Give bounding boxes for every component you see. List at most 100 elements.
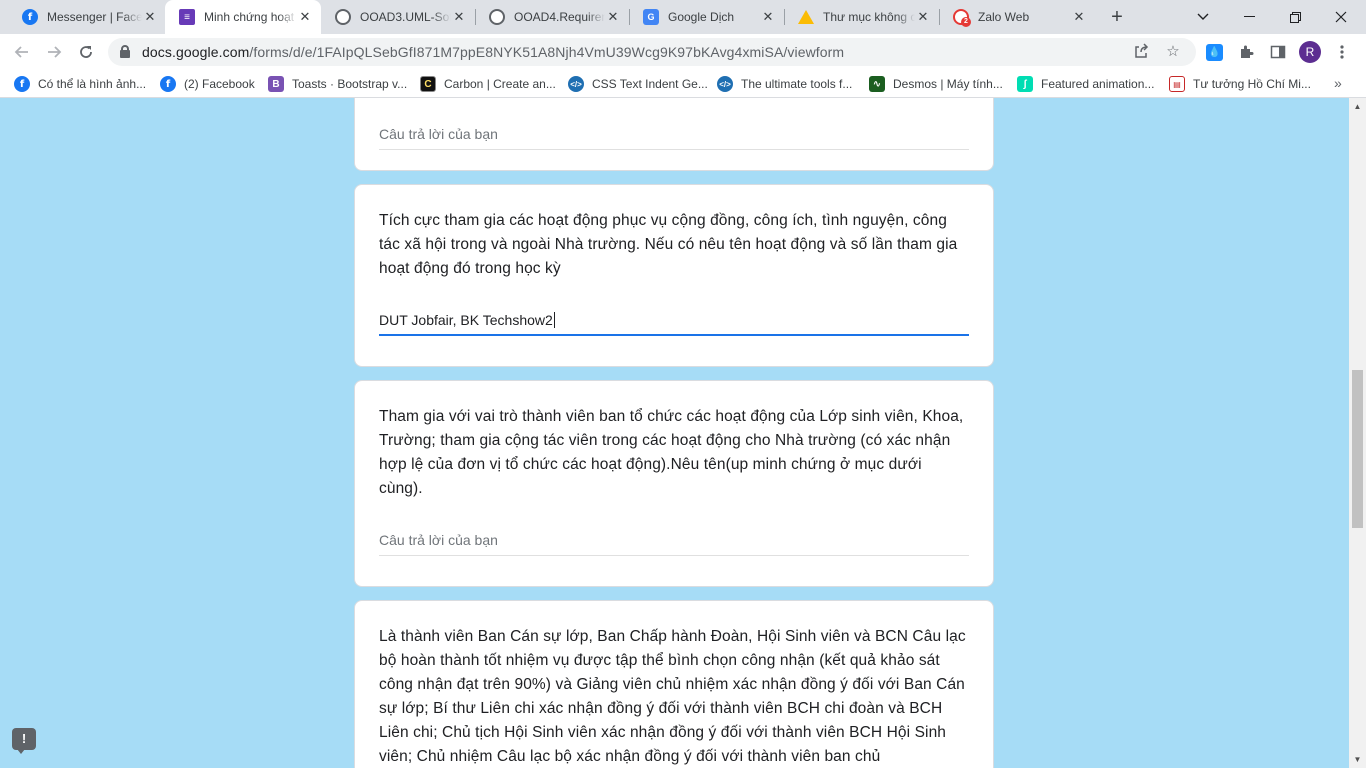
bookmark-label: Carbon | Create an... [444, 77, 556, 91]
question-title: Là thành viên Ban Cán sự lớp, Ban Chấp h… [379, 628, 966, 765]
tab-title: OOAD3.UML-Software [360, 10, 451, 24]
profile-avatar[interactable]: R [1299, 41, 1321, 63]
bookmark-label: CSS Text Indent Ge... [592, 77, 708, 91]
answer-value: DUT Jobfair, BK Techshow2 [379, 312, 553, 328]
close-icon[interactable]: ✕ [760, 9, 776, 25]
chevron-down-icon [1197, 13, 1209, 20]
bookmark-item[interactable]: B Toasts · Bootstrap v... [268, 75, 407, 93]
globe-icon [335, 9, 351, 25]
bookmark-item[interactable]: </> The ultimate tools f... [717, 75, 852, 93]
bookmark-label: Có thể là hình ảnh... [38, 77, 147, 91]
more-bookmarks-icon[interactable]: » [1334, 75, 1342, 91]
bookmark-item[interactable]: </> CSS Text Indent Ge... [568, 75, 708, 93]
minimize-button[interactable] [1226, 0, 1272, 34]
tab-ooad3[interactable]: OOAD3.UML-Software ✕ [321, 0, 475, 34]
tab-title: Zalo Web [978, 10, 1030, 24]
question-card: Là thành viên Ban Cán sự lớp, Ban Chấp h… [354, 600, 994, 768]
extensions-puzzle-icon[interactable] [1236, 42, 1256, 62]
code-icon: </> [717, 76, 733, 92]
minimize-icon [1243, 16, 1255, 17]
url-path: /forms/d/e/1FAIpQLSebGfI871M7ppE8NYK51A8… [249, 44, 845, 60]
restore-button[interactable] [1272, 0, 1318, 34]
lottie-icon: ʃ [1017, 76, 1033, 92]
bootstrap-icon: B [268, 76, 284, 92]
question-title: Tích cực tham gia các hoạt động phục vụ … [379, 212, 958, 277]
book-icon: ▤ [1169, 76, 1185, 92]
bookmark-label: The ultimate tools f... [741, 77, 853, 91]
close-icon[interactable]: ✕ [915, 9, 931, 25]
carbon-icon: C [420, 76, 436, 92]
back-button[interactable] [8, 38, 36, 66]
tab-title: Messenger | Facebook [47, 10, 142, 24]
lock-icon[interactable] [120, 45, 130, 58]
tab-google-drive[interactable]: Thư mục không có tiêu đề ✕ [784, 0, 939, 34]
reload-icon [80, 46, 92, 58]
reload-button[interactable] [72, 38, 100, 66]
arrow-left-icon [14, 46, 28, 58]
share-icon[interactable] [1132, 43, 1150, 61]
tab-title: OOAD4.Requirements [514, 10, 605, 24]
question-card: Câu trả lời của bạn [354, 98, 994, 171]
bookmark-item[interactable]: ∿ Desmos | Máy tính... [869, 75, 1003, 93]
new-tab-button[interactable]: + [1106, 6, 1128, 28]
report-issue-button[interactable]: ! [12, 728, 36, 754]
tab-forms[interactable]: ≡ Minh chứng hoạt động ✕ [165, 0, 321, 34]
bookmark-label: Featured animation... [1041, 77, 1155, 91]
close-icon[interactable]: ✕ [605, 9, 621, 25]
extension-drop-icon[interactable]: 💧 [1206, 44, 1223, 61]
bookmark-label: Tư tưởng Hồ Chí Mi... [1193, 77, 1311, 91]
address-bar[interactable]: docs.google.com/forms/d/e/1FAIpQLSebGfI8… [108, 38, 1196, 66]
bookmark-item[interactable]: C Carbon | Create an... [420, 75, 556, 93]
answer-input[interactable]: Câu trả lời của bạn [379, 120, 969, 150]
tab-google-translate[interactable]: G Google Dịch ✕ [629, 0, 784, 34]
close-icon[interactable]: ✕ [142, 9, 158, 25]
scroll-down-arrow[interactable]: ▼ [1349, 751, 1366, 768]
answer-input[interactable]: Câu trả lời của bạn [379, 526, 969, 556]
tab-title: Minh chứng hoạt động [204, 10, 297, 24]
scroll-up-arrow[interactable]: ▲ [1349, 98, 1366, 115]
bookmark-item[interactable]: f Có thể là hình ảnh... [14, 75, 146, 93]
question-card: Tích cực tham gia các hoạt động phục vụ … [354, 184, 994, 367]
question-title: Tham gia với vai trò thành viên ban tổ c… [379, 408, 964, 497]
facebook-icon: f [160, 76, 176, 92]
tab-ooad4[interactable]: OOAD4.Requirements ✕ [475, 0, 629, 34]
more-menu-icon[interactable] [1332, 42, 1352, 62]
close-icon[interactable]: ✕ [1071, 9, 1087, 25]
bookmark-label: Desmos | Máy tính... [893, 77, 1003, 91]
close-icon[interactable]: ✕ [297, 9, 313, 25]
tab-title: Thư mục không có tiêu đề [823, 10, 915, 24]
globe-icon [489, 9, 505, 25]
google-forms-icon: ≡ [179, 9, 195, 25]
text-caret [553, 312, 555, 328]
facebook-icon: f [14, 76, 30, 92]
forward-button[interactable] [40, 38, 68, 66]
tab-zalo[interactable]: 2 Zalo Web ✕ [939, 0, 1095, 34]
tab-title: Google Dịch [668, 10, 735, 24]
url-host: docs.google.com [142, 44, 250, 60]
tab-strip: f Messenger | Facebook ✕ ≡ Minh chứng ho… [0, 0, 1366, 34]
url-text[interactable]: docs.google.com/forms/d/e/1FAIpQLSebGfI8… [142, 44, 844, 60]
scroll-thumb[interactable] [1352, 370, 1363, 528]
form-page: Câu trả lời của bạn Tích cực tham gia cá… [0, 98, 1366, 768]
bookmark-label: (2) Facebook [184, 77, 255, 91]
close-icon [1335, 11, 1347, 23]
tab-messenger[interactable]: f Messenger | Facebook ✕ [8, 0, 166, 34]
bookmark-item[interactable]: ▤ Tư tưởng Hồ Chí Mi... [1169, 75, 1311, 93]
google-translate-icon: G [643, 9, 659, 25]
answer-input[interactable]: DUT Jobfair, BK Techshow2 [379, 306, 969, 336]
side-panel-icon[interactable] [1268, 42, 1288, 62]
arrow-right-icon [48, 46, 62, 58]
close-window-button[interactable] [1318, 0, 1364, 34]
google-drive-icon [798, 10, 814, 24]
bookmark-item[interactable]: f (2) Facebook [160, 75, 255, 93]
page-scrollbar[interactable]: ▲ ▼ [1349, 98, 1366, 768]
close-icon[interactable]: ✕ [451, 9, 467, 25]
question-card: Tham gia với vai trò thành viên ban tổ c… [354, 380, 994, 587]
tab-search-button[interactable] [1180, 0, 1226, 34]
bookmark-label: Toasts · Bootstrap v... [292, 77, 408, 91]
facebook-icon: f [22, 9, 38, 25]
bookmark-star-icon[interactable]: ☆ [1164, 43, 1182, 61]
zalo-icon: 2 [953, 9, 971, 27]
code-icon: </> [568, 76, 584, 92]
bookmark-item[interactable]: ʃ Featured animation... [1017, 75, 1154, 93]
